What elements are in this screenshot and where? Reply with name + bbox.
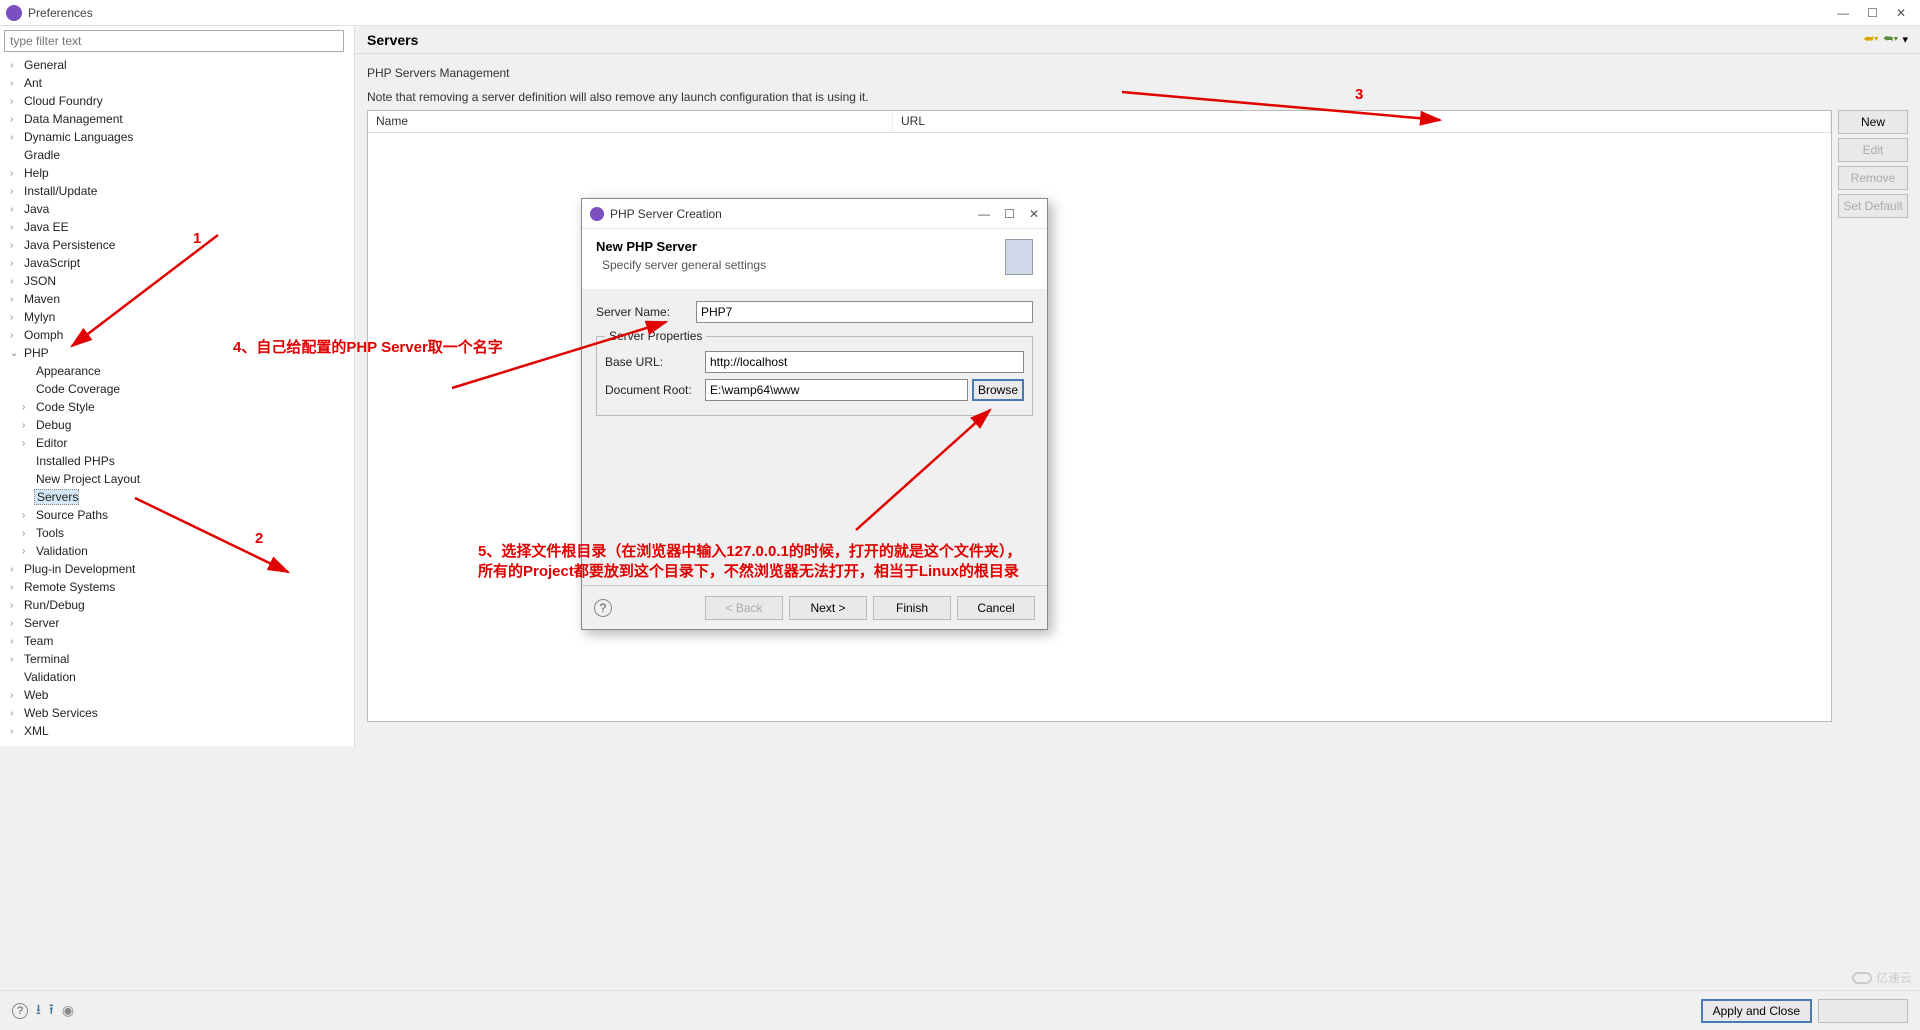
tree-item-java-persistence[interactable]: ›Java Persistence bbox=[4, 236, 350, 254]
tree-item-run-debug[interactable]: ›Run/Debug bbox=[4, 596, 350, 614]
tree-item-gradle[interactable]: Gradle bbox=[4, 146, 350, 164]
tree-item-code-style[interactable]: ›Code Style bbox=[4, 398, 350, 416]
dialog-close-icon[interactable]: ✕ bbox=[1029, 207, 1039, 221]
tree-item-dynamic-languages[interactable]: ›Dynamic Languages bbox=[4, 128, 350, 146]
finish-button[interactable]: Finish bbox=[873, 596, 951, 620]
window-title: Preferences bbox=[28, 6, 1837, 20]
tree-item-debug[interactable]: ›Debug bbox=[4, 416, 350, 434]
server-banner-icon bbox=[1005, 239, 1033, 275]
tree-item-validation[interactable]: Validation bbox=[4, 668, 350, 686]
tree-item-source-paths[interactable]: ›Source Paths bbox=[4, 506, 350, 524]
help-icon[interactable]: ? bbox=[12, 1003, 28, 1019]
dialog-banner: New PHP Server Specify server general se… bbox=[582, 229, 1047, 289]
tree-item-maven[interactable]: ›Maven bbox=[4, 290, 350, 308]
tree-item-javascript[interactable]: ›JavaScript bbox=[4, 254, 350, 272]
tree-item-installed-phps[interactable]: Installed PHPs bbox=[4, 452, 350, 470]
close-icon[interactable]: ✕ bbox=[1896, 6, 1906, 20]
import-icon[interactable]: ⭳ bbox=[36, 999, 41, 1023]
cancel-button[interactable]: Cancel bbox=[957, 596, 1035, 620]
tree-item-code-coverage[interactable]: Code Coverage bbox=[4, 380, 350, 398]
server-properties-legend: Server Properties bbox=[605, 329, 706, 343]
export-icon[interactable]: ⭱ bbox=[49, 999, 54, 1023]
eclipse-icon bbox=[590, 207, 604, 221]
nav-back-icon[interactable]: ⮨▾ bbox=[1863, 33, 1879, 46]
tree-item-remote-systems[interactable]: ›Remote Systems bbox=[4, 578, 350, 596]
filter-input[interactable] bbox=[4, 30, 344, 52]
tree-item-server[interactable]: ›Server bbox=[4, 614, 350, 632]
tree-item-json[interactable]: ›JSON bbox=[4, 272, 350, 290]
tree-item-plug-in-development[interactable]: ›Plug-in Development bbox=[4, 560, 350, 578]
base-url-input[interactable] bbox=[705, 351, 1024, 373]
dialog-titlebar: PHP Server Creation — ☐ ✕ bbox=[582, 199, 1047, 229]
document-root-input[interactable] bbox=[705, 379, 968, 401]
nav-arrows: ⮨▾ ⮪▾ ▾ bbox=[1863, 33, 1908, 46]
dialog-heading: New PHP Server bbox=[596, 239, 1005, 254]
dialog-subheading: Specify server general settings bbox=[596, 258, 1005, 272]
tree-item-web-services[interactable]: ›Web Services bbox=[4, 704, 350, 722]
tree-item-tools[interactable]: ›Tools bbox=[4, 524, 350, 542]
preferences-sidebar: ›General›Ant›Cloud Foundry›Data Manageme… bbox=[0, 26, 355, 746]
page-title: Servers bbox=[367, 32, 1863, 48]
column-url[interactable]: URL bbox=[893, 111, 1831, 132]
back-button[interactable]: < Back bbox=[705, 596, 783, 620]
tree-item-help[interactable]: ›Help bbox=[4, 164, 350, 182]
column-name[interactable]: Name bbox=[368, 111, 893, 132]
nav-forward-icon[interactable]: ⮪▾ bbox=[1883, 33, 1899, 46]
bottom-bar: ? ⭳ ⭱ ◉ Apply and Close bbox=[0, 990, 1920, 1030]
tree-item-xml[interactable]: ›XML bbox=[4, 722, 350, 740]
tree-item-new-project-layout[interactable]: New Project Layout bbox=[4, 470, 350, 488]
set-default-button[interactable]: Set Default bbox=[1838, 194, 1908, 218]
tree-item-general[interactable]: ›General bbox=[4, 56, 350, 74]
tree-item-mylyn[interactable]: ›Mylyn bbox=[4, 308, 350, 326]
tree-item-terminal[interactable]: ›Terminal bbox=[4, 650, 350, 668]
tree-item-php[interactable]: ⌄PHP bbox=[4, 344, 350, 362]
tree-item-data-management[interactable]: ›Data Management bbox=[4, 110, 350, 128]
tree-item-editor[interactable]: ›Editor bbox=[4, 434, 350, 452]
tree-item-java-ee[interactable]: ›Java EE bbox=[4, 218, 350, 236]
edit-button[interactable]: Edit bbox=[1838, 138, 1908, 162]
document-root-label: Document Root: bbox=[605, 383, 705, 397]
titlebar: Preferences — ☐ ✕ bbox=[0, 0, 1920, 26]
remove-button[interactable]: Remove bbox=[1838, 166, 1908, 190]
tree-item-ant[interactable]: ›Ant bbox=[4, 74, 350, 92]
next-button[interactable]: Next > bbox=[789, 596, 867, 620]
help-icon[interactable]: ? bbox=[594, 599, 612, 617]
base-url-label: Base URL: bbox=[605, 355, 705, 369]
browse-button[interactable]: Browse bbox=[972, 379, 1024, 401]
oomph-icon[interactable]: ◉ bbox=[62, 1002, 74, 1019]
content-note: Note that removing a server definition w… bbox=[367, 90, 1908, 104]
tree-item-cloud-foundry[interactable]: ›Cloud Foundry bbox=[4, 92, 350, 110]
tree-item-appearance[interactable]: Appearance bbox=[4, 362, 350, 380]
preferences-tree[interactable]: ›General›Ant›Cloud Foundry›Data Manageme… bbox=[4, 56, 350, 742]
nav-menu-icon[interactable]: ▾ bbox=[1902, 33, 1908, 46]
tree-item-validation[interactable]: ›Validation bbox=[4, 542, 350, 560]
tree-item-java[interactable]: ›Java bbox=[4, 200, 350, 218]
server-name-input[interactable] bbox=[696, 301, 1033, 323]
window-controls: — ☐ ✕ bbox=[1837, 6, 1914, 20]
content-header: Servers ⮨▾ ⮪▾ ▾ bbox=[355, 26, 1920, 54]
new-button[interactable]: New bbox=[1838, 110, 1908, 134]
maximize-icon[interactable]: ☐ bbox=[1867, 6, 1878, 20]
tree-item-web[interactable]: ›Web bbox=[4, 686, 350, 704]
bottom-cancel-button[interactable] bbox=[1818, 999, 1908, 1023]
content-subtitle: PHP Servers Management bbox=[367, 66, 1908, 80]
dialog-maximize-icon[interactable]: ☐ bbox=[1004, 207, 1015, 221]
apply-and-close-button[interactable]: Apply and Close bbox=[1701, 999, 1812, 1023]
dialog-footer: ? < Back Next > Finish Cancel bbox=[582, 585, 1047, 629]
server-name-label: Server Name: bbox=[596, 305, 696, 319]
tree-item-install-update[interactable]: ›Install/Update bbox=[4, 182, 350, 200]
dialog-title: PHP Server Creation bbox=[610, 207, 978, 221]
server-properties-fieldset: Server Properties Base URL: Document Roo… bbox=[596, 329, 1033, 416]
minimize-icon[interactable]: — bbox=[1837, 6, 1849, 20]
eclipse-icon bbox=[6, 5, 22, 21]
dialog-minimize-icon[interactable]: — bbox=[978, 207, 990, 221]
cloud-icon bbox=[1852, 972, 1872, 984]
tree-item-oomph[interactable]: ›Oomph bbox=[4, 326, 350, 344]
tree-item-servers[interactable]: Servers bbox=[4, 488, 350, 506]
tree-item-team[interactable]: ›Team bbox=[4, 632, 350, 650]
watermark: 亿速云 bbox=[1852, 969, 1912, 986]
php-server-creation-dialog: PHP Server Creation — ☐ ✕ New PHP Server… bbox=[581, 198, 1048, 630]
